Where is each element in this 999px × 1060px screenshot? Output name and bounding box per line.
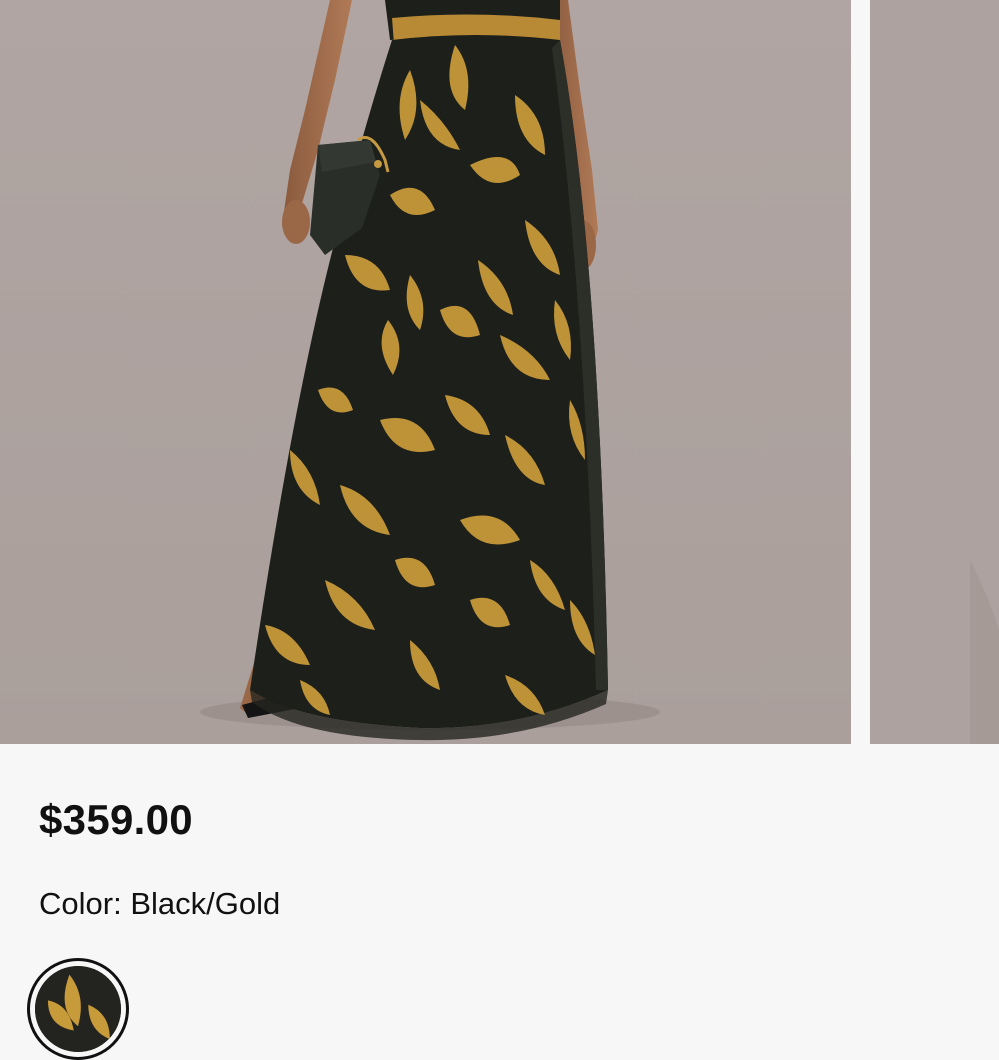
color-label: Color: [39, 886, 122, 921]
product-image-carousel[interactable] [0, 0, 999, 744]
swatch-pattern-icon [35, 966, 121, 1052]
color-swatch-black-gold[interactable] [27, 958, 129, 1060]
next-photo-illustration [870, 0, 999, 744]
product-image-next[interactable] [870, 0, 999, 744]
product-info: $359.00 Color: Black/Gold [0, 744, 999, 1060]
product-price: $359.00 [39, 796, 193, 843]
product-image-main[interactable] [0, 0, 851, 744]
color-selection-label: Color: Black/Gold [39, 886, 280, 922]
color-value: Black/Gold [130, 886, 281, 921]
swatch-image [35, 966, 121, 1052]
dress-photo-illustration [0, 0, 851, 744]
